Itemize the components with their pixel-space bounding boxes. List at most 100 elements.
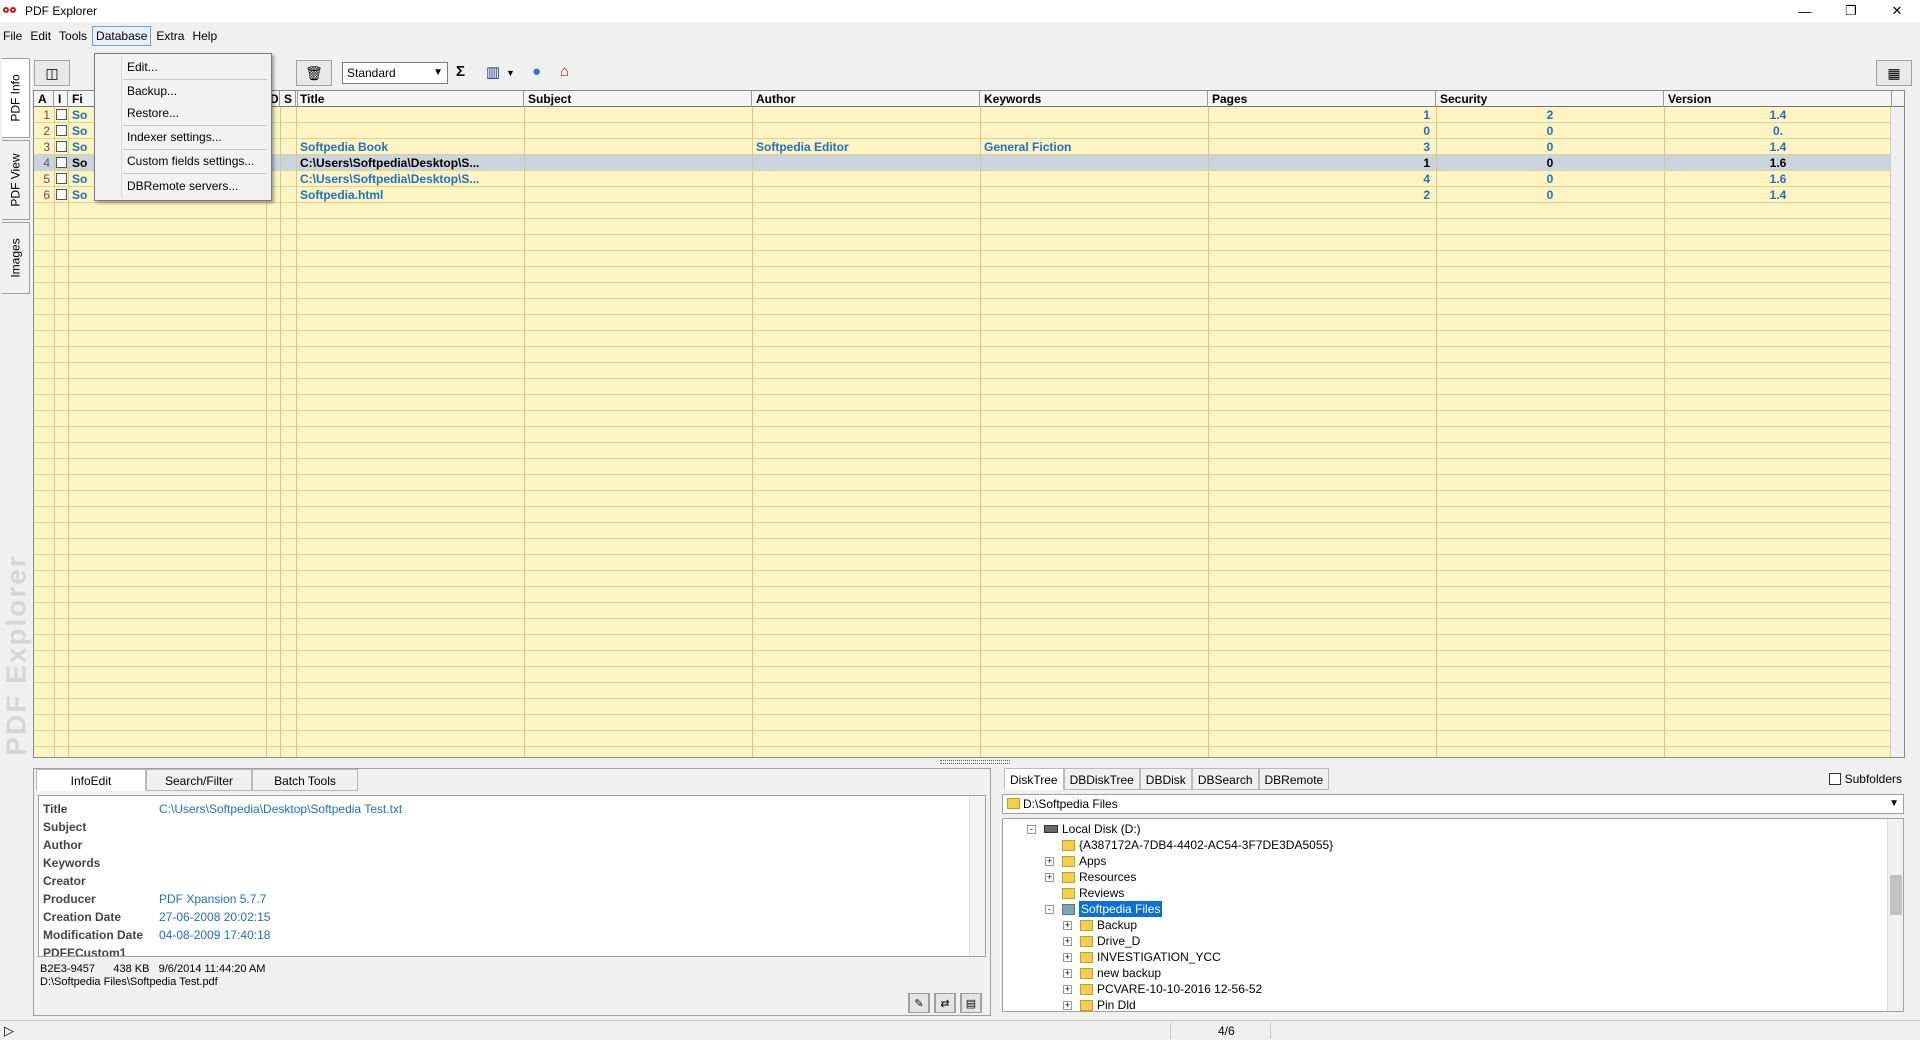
collapse-icon[interactable]: - xyxy=(1027,824,1036,834)
toggle-panels-button[interactable]: ◫ xyxy=(34,60,70,86)
cell-file[interactable]: So xyxy=(68,171,96,187)
globe-icon[interactable]: ● xyxy=(532,63,541,80)
cell-title[interactable] xyxy=(296,107,524,123)
col-header-security[interactable]: Security xyxy=(1436,91,1664,107)
close-button[interactable]: ✕ xyxy=(1874,0,1920,22)
info-field-row[interactable]: Author xyxy=(43,836,159,854)
cell-author[interactable] xyxy=(752,187,980,203)
cell-version[interactable]: 1.6 xyxy=(1664,171,1892,187)
cell-pages[interactable]: 1 xyxy=(1208,107,1436,123)
cell-keywords[interactable] xyxy=(980,123,1208,139)
menu-item-backup[interactable]: Backup... xyxy=(127,80,177,102)
menu-item-custom-fields-settings[interactable]: Custom fields settings... xyxy=(127,150,254,172)
cell-security[interactable]: 0 xyxy=(1436,139,1664,155)
tree-node[interactable]: + Backup xyxy=(1063,917,1137,933)
cell-title[interactable]: C:\Users\Softpedia\Desktop\S... xyxy=(296,171,524,187)
menu-item-dbremote-servers[interactable]: DBRemote servers... xyxy=(127,175,238,197)
tree-node[interactable]: + Resources xyxy=(1045,869,1136,885)
cell-version[interactable]: 1.4 xyxy=(1664,139,1892,155)
menu-item-restore[interactable]: Restore... xyxy=(127,102,179,124)
col-header-s[interactable]: S xyxy=(280,91,296,107)
col-header-subject[interactable]: Subject xyxy=(524,91,752,107)
cell-title[interactable] xyxy=(296,123,524,139)
cell-author[interactable] xyxy=(752,107,980,123)
info-field-value[interactable]: PDF Xpansion 5.7.7 xyxy=(159,892,266,906)
cell-security[interactable]: 0 xyxy=(1436,171,1664,187)
info-field-value[interactable]: C:\Users\Softpedia\Desktop\Softpedia Tes… xyxy=(159,802,402,816)
book-icon[interactable]: ▥ xyxy=(486,63,500,81)
collapse-icon[interactable]: - xyxy=(1045,904,1054,914)
expand-icon[interactable]: + xyxy=(1063,984,1072,994)
cell-keywords[interactable]: General Fiction xyxy=(980,139,1208,155)
pdf-tool-icon[interactable]: ⌂ xyxy=(560,63,569,80)
row-checkbox[interactable] xyxy=(56,125,67,136)
cell-title[interactable]: Softpedia.html xyxy=(296,187,524,203)
tree-node[interactable]: + new backup xyxy=(1063,965,1161,981)
cell-pages[interactable]: 1 xyxy=(1208,155,1436,171)
cell-title[interactable]: C:\Users\Softpedia\Desktop\S... xyxy=(296,155,524,171)
tab-dbdisktree[interactable]: DBDiskTree xyxy=(1063,768,1140,790)
expand-icon[interactable]: + xyxy=(1063,936,1072,946)
tree-node[interactable]: + Pin Dld xyxy=(1063,997,1136,1011)
grid-scrollbar[interactable] xyxy=(1890,107,1904,757)
tab-search-filter[interactable]: Search/Filter xyxy=(146,769,252,791)
delete-records-button[interactable]: 🗑 xyxy=(296,60,332,86)
cell-author[interactable] xyxy=(752,155,980,171)
view-mode-select[interactable]: Standard ▼ xyxy=(342,62,448,84)
col-header-title[interactable]: Title xyxy=(296,91,524,107)
cell-version[interactable]: 1.4 xyxy=(1664,187,1892,203)
panel-splitter[interactable] xyxy=(940,760,1010,764)
row-checkbox[interactable] xyxy=(56,141,67,152)
tab-disktree[interactable]: DiskTree xyxy=(1004,768,1064,790)
info-field-row[interactable]: PDFECustom1 xyxy=(43,944,159,956)
expand-icon[interactable]: + xyxy=(1063,968,1072,978)
cell-file[interactable]: So xyxy=(68,139,96,155)
expand-icon[interactable]: + xyxy=(1063,1000,1072,1010)
cell-version[interactable]: 1.4 xyxy=(1664,107,1892,123)
cell-keywords[interactable] xyxy=(980,187,1208,203)
cell-subject[interactable] xyxy=(524,139,752,155)
subfolders-checkbox[interactable]: Subfolders xyxy=(1828,772,1902,786)
layout-button[interactable]: ▦ xyxy=(1876,60,1912,86)
info-field-row[interactable]: Subject xyxy=(43,818,159,836)
menu-help[interactable]: Help xyxy=(189,27,220,45)
cell-subject[interactable] xyxy=(524,171,752,187)
tab-pdf-info[interactable]: PDF Info xyxy=(2,58,30,138)
col-header-author[interactable]: Author xyxy=(752,91,980,107)
path-select[interactable]: D:\Softpedia Files ▼ xyxy=(1002,794,1904,814)
cell-title[interactable]: Softpedia Book xyxy=(296,139,524,155)
cell-version[interactable]: 1.6 xyxy=(1664,155,1892,171)
tree-node[interactable]: + INVESTIGATION_YCC xyxy=(1063,949,1221,965)
edit-fields-button[interactable]: ✎ xyxy=(908,993,930,1013)
sum-icon[interactable]: Σ xyxy=(456,63,465,80)
tree-scrollbar[interactable] xyxy=(1887,819,1903,1011)
cell-author[interactable] xyxy=(752,123,980,139)
cell-version[interactable]: 0. xyxy=(1664,123,1892,139)
menu-tools[interactable]: Tools xyxy=(56,27,90,45)
info-field-value[interactable]: 04-08-2009 17:40:18 xyxy=(159,928,270,942)
tree-node[interactable]: + Apps xyxy=(1045,853,1106,869)
expand-icon[interactable]: + xyxy=(1063,920,1072,930)
expand-icon[interactable]: + xyxy=(1045,872,1054,882)
menu-item-edit[interactable]: Edit... xyxy=(127,56,158,78)
menu-file[interactable]: File xyxy=(0,27,25,45)
tab-infoedit[interactable]: InfoEdit xyxy=(36,769,146,791)
info-field-row[interactable]: Producer PDF Xpansion 5.7.7 xyxy=(43,890,266,908)
tab-batch-tools[interactable]: Batch Tools xyxy=(252,769,358,791)
tree-node[interactable]: {A387172A-7DB4-4402-AC54-3F7DE3DA5055} xyxy=(1045,837,1333,853)
info-field-value[interactable]: 27-06-2008 20:02:15 xyxy=(159,910,270,924)
cell-security[interactable]: 2 xyxy=(1436,107,1664,123)
cell-file[interactable]: So xyxy=(68,123,96,139)
tree-node[interactable]: + PCVARE-10-10-2016 12-56-52 xyxy=(1063,981,1262,997)
menu-edit[interactable]: Edit xyxy=(27,27,54,45)
expand-icon[interactable]: + xyxy=(1045,856,1054,866)
cell-file[interactable]: So xyxy=(68,107,96,123)
cell-keywords[interactable] xyxy=(980,155,1208,171)
row-checkbox[interactable] xyxy=(56,109,67,120)
restore-button[interactable]: ❐ xyxy=(1828,0,1874,22)
tree-node[interactable]: + Drive_D xyxy=(1063,933,1140,949)
cell-security[interactable]: 0 xyxy=(1436,155,1664,171)
cell-subject[interactable] xyxy=(524,107,752,123)
tab-images[interactable]: Images xyxy=(2,222,30,294)
tab-pdf-view[interactable]: PDF View xyxy=(2,140,30,220)
